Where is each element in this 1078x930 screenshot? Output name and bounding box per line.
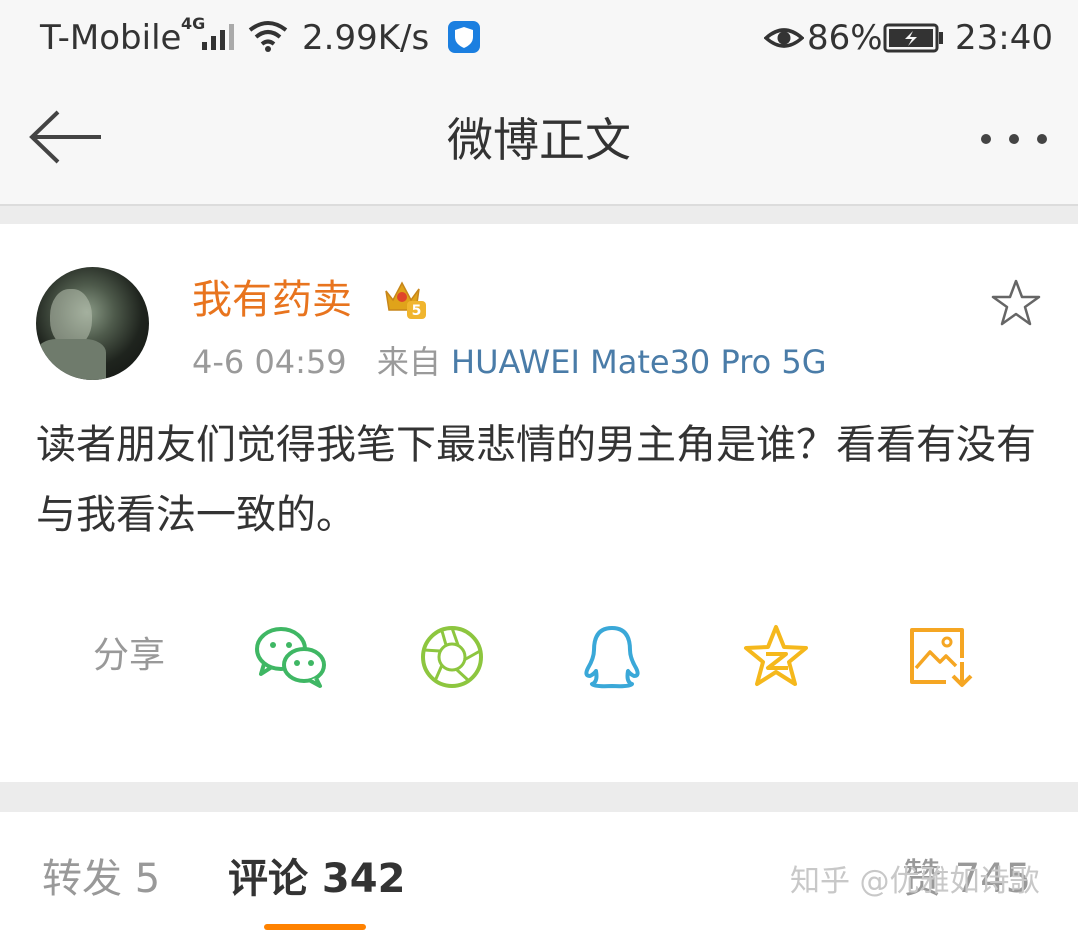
qzone-icon[interactable] bbox=[742, 624, 818, 690]
save-image-icon[interactable] bbox=[906, 624, 982, 690]
post-meta: 4-6 04:59 来自 HUAWEI Mate30 Pro 5G bbox=[192, 342, 827, 382]
tab-comment[interactable]: 评论 342 bbox=[228, 854, 405, 904]
status-bar: T-Mobile 4G 2.99K/s 86% 23:40 bbox=[0, 0, 1078, 76]
qq-icon[interactable] bbox=[580, 624, 656, 690]
share-label: 分享 bbox=[93, 635, 166, 676]
source-prefix: 来自 bbox=[376, 343, 441, 381]
top-nav-bar: 微博正文 bbox=[0, 76, 1078, 206]
watermark: 知乎 @优雅如诗歌 bbox=[790, 864, 1040, 899]
post-card: 我有药卖 5 4-6 04:59 来自 HUAWEI Mate30 Pro 5G… bbox=[0, 224, 1078, 782]
battery-percent: 86% bbox=[807, 18, 883, 58]
moments-icon[interactable] bbox=[418, 624, 494, 690]
page-title: 微博正文 bbox=[447, 113, 631, 167]
carrier-label: T-Mobile bbox=[40, 18, 182, 58]
favorite-star-icon[interactable] bbox=[990, 278, 1042, 328]
wechat-icon[interactable] bbox=[252, 624, 328, 690]
shield-app-icon bbox=[448, 21, 480, 53]
username[interactable]: 我有药卖 bbox=[192, 276, 352, 324]
more-dots-icon[interactable] bbox=[978, 129, 1050, 149]
vip-level: 5 bbox=[412, 303, 422, 319]
network-speed: 2.99K/s bbox=[302, 18, 430, 58]
eye-icon bbox=[764, 28, 804, 48]
interaction-tabs: 转发 5 评论 342 赞 745 知乎 @优雅如诗歌 bbox=[0, 812, 1078, 930]
wifi-icon bbox=[248, 21, 288, 52]
source-device[interactable]: HUAWEI Mate30 Pro 5G bbox=[451, 343, 827, 381]
post-content: 读者朋友们觉得我笔下最悲情的男主角是谁？看看有没有与我看法一致的。 bbox=[36, 422, 1036, 538]
vip-crown-badge-icon: 5 bbox=[385, 281, 426, 319]
avatar[interactable] bbox=[36, 267, 149, 380]
tab-repost[interactable]: 转发 5 bbox=[42, 854, 160, 904]
post-time: 4-6 04:59 bbox=[192, 343, 347, 381]
signal-icon bbox=[202, 24, 234, 50]
active-tab-indicator bbox=[264, 924, 366, 930]
clock: 23:40 bbox=[955, 18, 1053, 58]
battery-icon bbox=[883, 23, 943, 53]
